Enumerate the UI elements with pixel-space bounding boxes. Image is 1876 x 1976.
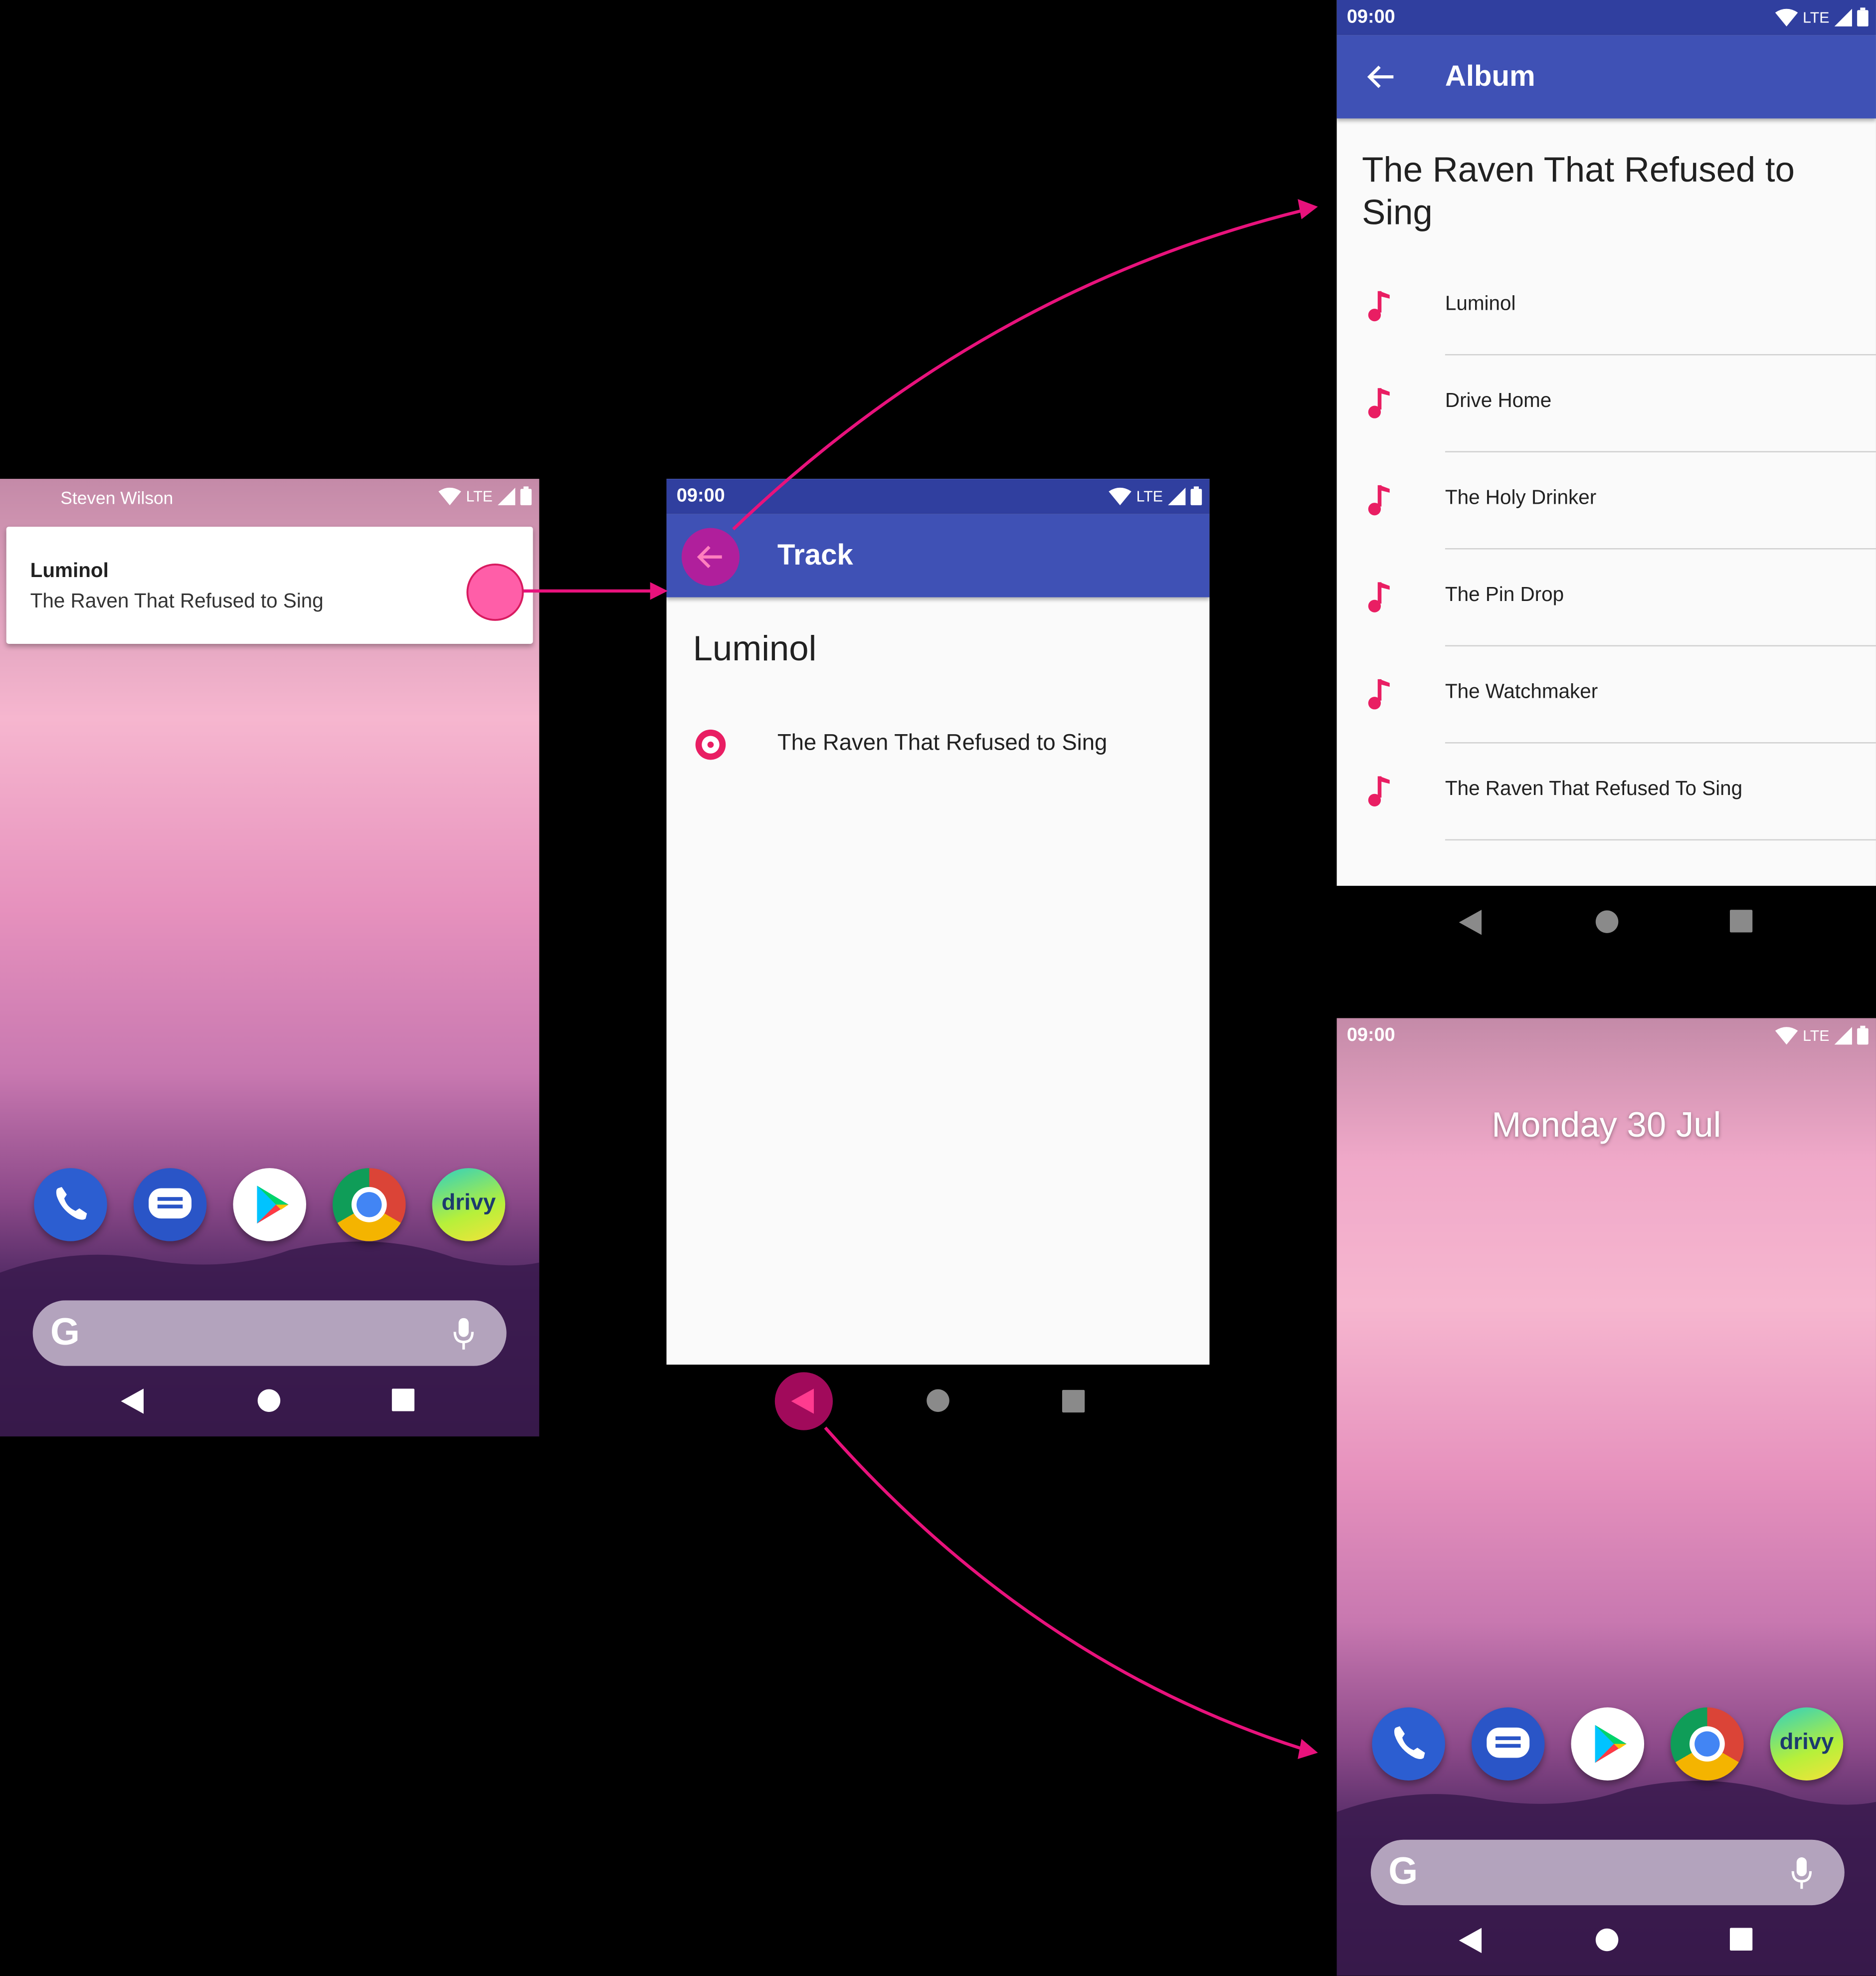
arrow-down-to-home — [824, 1426, 1304, 1751]
tap-indicator-notification — [466, 563, 524, 621]
navigation-diagram: Steven Wilson LTE Luminol The Raven That… — [0, 0, 1876, 1976]
arrowhead — [1298, 199, 1318, 219]
flow-arrows — [466, 199, 1318, 1759]
arrowhead — [1298, 1739, 1318, 1759]
arrow-up-to-album — [732, 208, 1304, 531]
arrowhead — [650, 582, 668, 600]
